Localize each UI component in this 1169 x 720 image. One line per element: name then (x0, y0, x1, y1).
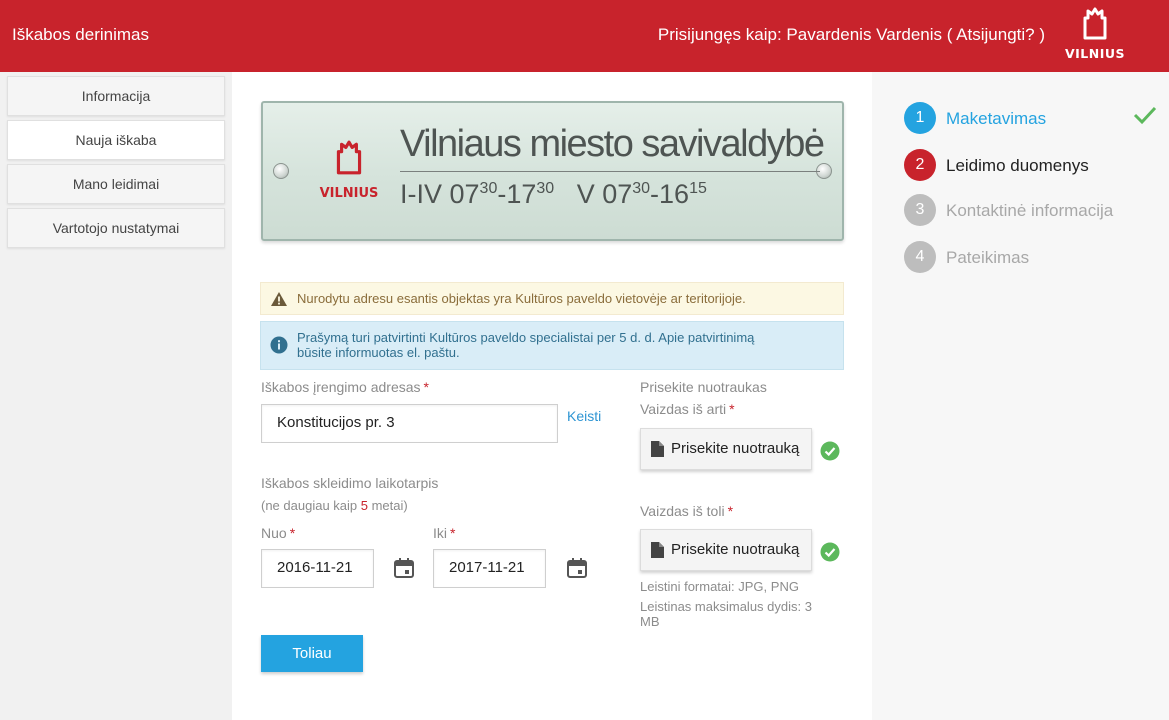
sidebar: Informacija Nauja iškaba Mano leidimai V… (0, 72, 232, 720)
hours-2-close: -16 (650, 179, 690, 209)
file-icon (651, 542, 664, 558)
close-view-label: Vaizdas iš arti * (640, 401, 735, 417)
approval-info-alert: Prašymą turi patvirtinti Kultūros paveld… (260, 321, 844, 370)
attach-close-photo-label: Prisekite nuotrauką (671, 440, 800, 457)
calendar-icon[interactable] (565, 556, 589, 580)
hours-2-open-minutes: 30 (632, 180, 651, 197)
calendar-icon[interactable] (392, 556, 416, 580)
hours-1-days: I-IV 07 (400, 179, 480, 209)
file-icon (651, 441, 664, 457)
step-label: Pateikimas (946, 248, 1030, 267)
logo-text: VILNIUS (1064, 46, 1126, 61)
address-input[interactable]: Konstitucijos pr. 3 (261, 404, 558, 443)
step-number: 3 (904, 194, 936, 226)
main-content: VILNIUS Vilniaus miesto savivaldybė I-IV… (232, 72, 872, 720)
step-label: Kontaktinė informacija (946, 201, 1114, 220)
size-note-line-2: MB (640, 614, 660, 629)
hours-1-close: -17 (497, 179, 537, 209)
bolt-left-icon (273, 163, 289, 179)
address-label: Iškabos įrengimo adresas * (261, 379, 429, 395)
step-maketavimas[interactable]: 1 Maketavimas (904, 102, 1154, 134)
step-kontaktine-informacija: 3 Kontaktinė informacija (904, 194, 1154, 226)
banner-hours: I-IV 0730-1730 V 0730-1615 (400, 179, 707, 210)
sidebar-item-mano-leidimai[interactable]: Mano leidimai (7, 164, 225, 204)
step-label: Maketavimas (946, 109, 1047, 128)
warning-text: Nurodytu adresu esantis objektas yra Kul… (297, 291, 746, 306)
sidebar-item-vartotojo-nustatymai[interactable]: Vartotojo nustatymai (7, 208, 225, 248)
top-header: Iškabos derinimas Prisijungęs kaip: Pava… (0, 0, 1169, 72)
info-text-line-1: Prašymą turi patvirtinti Kultūros paveld… (297, 330, 755, 345)
castle-tower-icon (336, 140, 362, 175)
app-title: Iškabos derinimas (12, 25, 150, 44)
far-view-label: Vaizdas iš toli * (640, 503, 734, 519)
vilnius-logo[interactable]: VILNIUS (1059, 6, 1131, 68)
signboard-preview: VILNIUS Vilniaus miesto savivaldybė I-IV… (261, 101, 844, 241)
step-label: Leidimo duomenys (946, 156, 1089, 175)
warning-icon (271, 292, 287, 306)
period-note: (ne daugiau kaip 5 metai) (261, 498, 408, 513)
sidebar-item-nauja-iskaba[interactable]: Nauja iškaba (7, 120, 225, 160)
info-icon (270, 336, 288, 354)
hours-1-close-minutes: 30 (536, 180, 555, 197)
from-date-input[interactable]: 2016-11-21 (261, 549, 374, 588)
progress-steps: 1 Maketavimas 2 Leidimo duomenys 3 Konta… (872, 72, 1169, 720)
size-note-line-1: Leistinas maksimalus dydis: 3 (640, 599, 812, 614)
hours-2-close-minutes: 15 (689, 180, 707, 197)
banner-logo-text: VILNIUS (319, 186, 379, 201)
step-number: 1 (904, 102, 936, 134)
step-number: 2 (904, 149, 936, 181)
hours-2-days: V 07 (576, 179, 633, 209)
period-label: Iškabos skleidimo laikotarpis (261, 475, 439, 491)
formats-note: Leistini formatai: JPG, PNG (640, 579, 799, 594)
to-date-label: Iki * (433, 525, 456, 541)
hours-1-open-minutes: 30 (479, 180, 498, 197)
check-circle-icon (820, 441, 840, 461)
banner-title: Vilniaus miesto savivaldybė (400, 123, 825, 165)
sidebar-item-informacija[interactable]: Informacija (7, 76, 225, 116)
banner-logo: VILNIUS (313, 139, 385, 201)
step-number: 4 (904, 241, 936, 273)
castle-tower-icon (1083, 7, 1107, 40)
attach-close-photo-button[interactable]: Prisekite nuotrauką (640, 428, 812, 470)
step-leidimo-duomenys[interactable]: 2 Leidimo duomenys (904, 149, 1154, 181)
info-text-line-2: būsite informuotas el. paštu. (297, 345, 460, 360)
banner-divider (400, 171, 820, 172)
from-date-label: Nuo * (261, 525, 296, 541)
next-button[interactable]: Toliau (261, 635, 363, 672)
checkmark-icon (1133, 106, 1157, 125)
user-login-info[interactable]: Prisijungęs kaip: Pavardenis Vardenis ( … (658, 25, 1045, 45)
photos-section-label: Prisekite nuotraukas (640, 379, 767, 395)
attach-far-photo-button[interactable]: Prisekite nuotrauką (640, 529, 812, 571)
heritage-warning-alert: Nurodytu adresu esantis objektas yra Kul… (260, 282, 844, 315)
step-pateikimas: 4 Pateikimas (904, 241, 1154, 273)
to-date-input[interactable]: 2017-11-21 (433, 549, 546, 588)
check-circle-icon (820, 542, 840, 562)
change-address-link[interactable]: Keisti (567, 408, 601, 424)
attach-far-photo-label: Prisekite nuotrauką (671, 541, 800, 558)
